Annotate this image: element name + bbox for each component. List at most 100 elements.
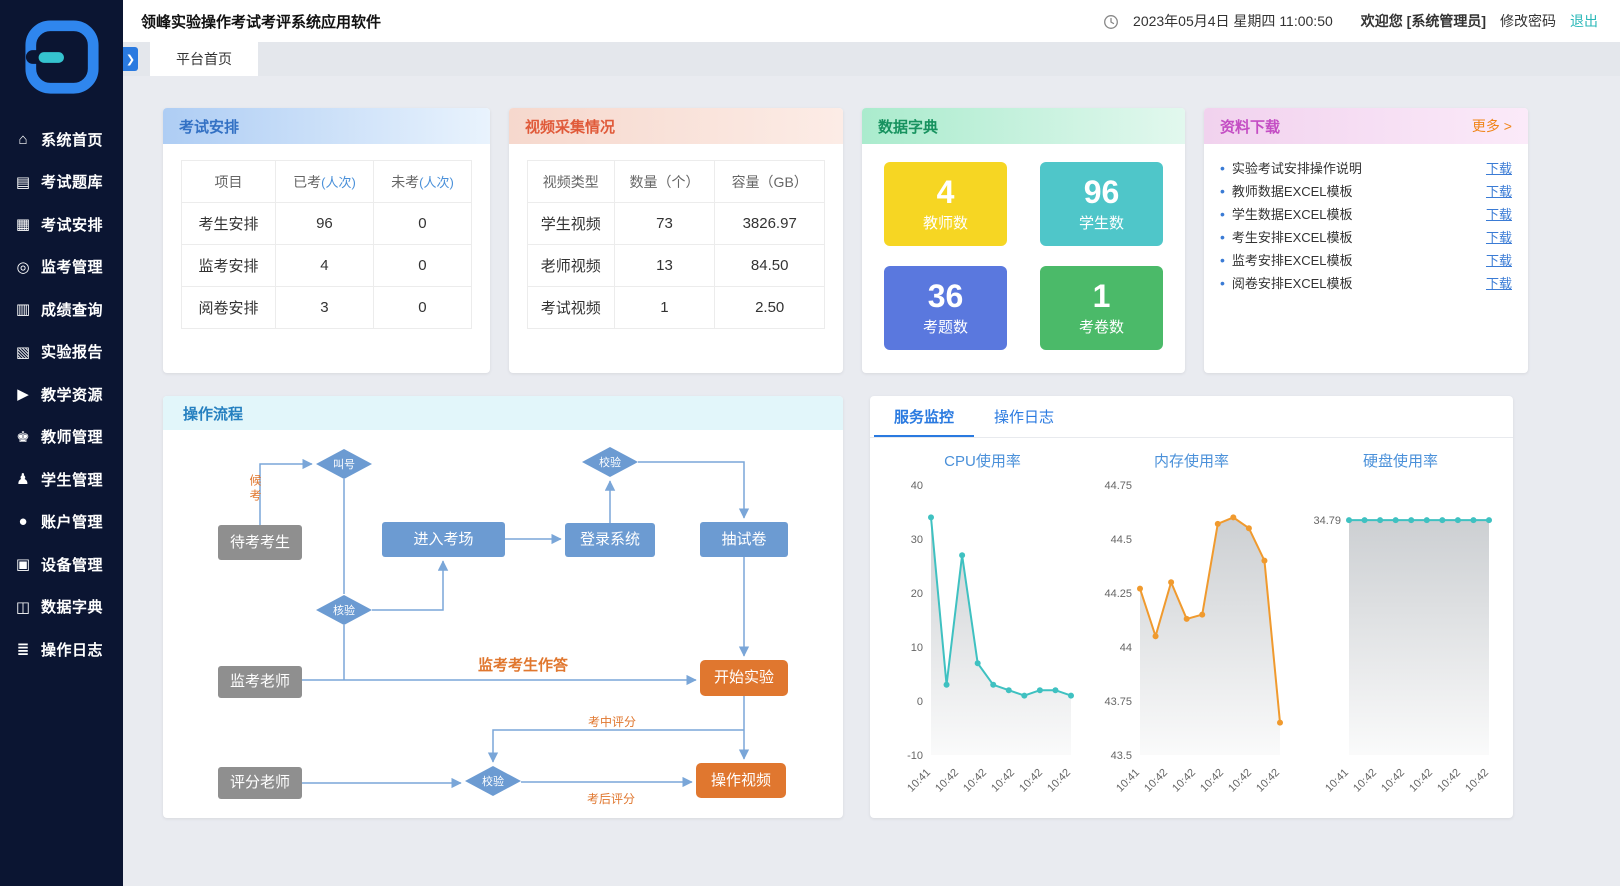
sidebar-item-exam-plan[interactable]: ▦ 考试安排 xyxy=(0,203,123,246)
svg-text:10:42: 10:42 xyxy=(1435,767,1463,795)
schedule-icon: ▦ xyxy=(14,215,32,233)
logout-link[interactable]: 退出 xyxy=(1570,11,1598,31)
download-link[interactable]: 下载 xyxy=(1486,273,1512,292)
table-cell[interactable]: 3 xyxy=(275,287,373,329)
table-row: 学生视频733826.97 xyxy=(528,203,825,245)
sidebar-item-scores[interactable]: ▥成绩查询 xyxy=(0,288,123,331)
tab-operation-log[interactable]: 操作日志 xyxy=(974,396,1074,437)
svg-text:10: 10 xyxy=(910,642,922,654)
stat-tile: 4教师数 xyxy=(884,162,1007,246)
flow-node-scorer: 评分老师 xyxy=(218,767,302,799)
sidebar-item-accounts[interactable]: ●账户管理 xyxy=(0,501,123,544)
datetime-text: 2023年05月4日 星期四 11:00:50 xyxy=(1133,11,1333,31)
chart-plot: 34.7910:4110:4210:4210:4210:4210:42 xyxy=(1301,471,1501,817)
download-link[interactable]: 下载 xyxy=(1486,204,1512,223)
dictionary-icon: ◫ xyxy=(14,598,32,616)
app-title: 领峰实验操作考试考评系统应用软件 xyxy=(141,11,381,32)
flowchart: 待考考生 叫号 候考 进入考场 登录系统 校验 抽试卷 核验 监考老师 监考考生… xyxy=(163,430,843,818)
sidebar-item-label: 监考管理 xyxy=(41,256,103,277)
chart-title: 内存使用率 xyxy=(1154,450,1229,471)
bullet-icon: • xyxy=(1220,183,1225,199)
sidebar-item-resources[interactable]: ▶教学资源 xyxy=(0,373,123,416)
table-cell[interactable]: 4 xyxy=(275,245,373,287)
download-item: •考生安排EXCEL模板下载 xyxy=(1220,225,1512,248)
stat-value: 36 xyxy=(928,279,964,314)
svg-text:10:42: 10:42 xyxy=(1142,767,1170,795)
stat-label: 学生数 xyxy=(1079,212,1124,233)
sidebar-item-dictionary[interactable]: ◫ 数据字典 xyxy=(0,586,123,629)
sidebar-item-label: 设备管理 xyxy=(41,554,103,575)
sidebar-item-label: 教学资源 xyxy=(41,384,103,405)
stat-value: 4 xyxy=(937,175,955,210)
welcome-text: 欢迎您 [系统管理员] xyxy=(1361,11,1486,31)
svg-text:10:42: 10:42 xyxy=(1463,767,1491,795)
sidebar-item-home[interactable]: ⌂ 系统首页 xyxy=(0,118,123,161)
change-password-link[interactable]: 修改密码 xyxy=(1500,11,1556,31)
download-link[interactable]: 下载 xyxy=(1486,250,1512,269)
flow-node-draw-paper: 抽试卷 xyxy=(700,522,788,557)
exam-schedule-card: 考试安排 项目已考(人次)未考(人次)考生安排960监考安排40阅卷安排30 xyxy=(163,108,490,373)
svg-text:10:42: 10:42 xyxy=(1198,767,1226,795)
svg-text:10:42: 10:42 xyxy=(989,767,1017,795)
dict-tiles: 4教师数96学生数36考题数1考卷数 xyxy=(862,144,1185,368)
sidebar-item-op-log[interactable]: ≣操作日志 xyxy=(0,628,123,671)
download-link[interactable]: 下载 xyxy=(1486,227,1512,246)
sidebar-item-teachers[interactable]: ♚教师管理 xyxy=(0,416,123,459)
tab-service-monitor[interactable]: 服务监控 xyxy=(874,396,974,437)
column-header: 已考(人次) xyxy=(275,161,373,203)
table-cell: 1 xyxy=(614,287,715,329)
svg-text:44.5: 44.5 xyxy=(1110,534,1131,546)
download-link[interactable]: 下载 xyxy=(1486,181,1512,200)
sidebar-item-label: 系统首页 xyxy=(41,129,103,150)
svg-text:10:42: 10:42 xyxy=(1407,767,1435,795)
column-header: 未考(人次) xyxy=(373,161,471,203)
report-icon: ▧ xyxy=(14,343,32,361)
download-item-name: 考生安排EXCEL模板 xyxy=(1232,227,1486,246)
table-cell: 0 xyxy=(373,245,471,287)
column-header: 视频类型 xyxy=(528,161,615,203)
sidebar-toggle-button[interactable]: ❯ xyxy=(123,47,138,71)
svg-text:43.75: 43.75 xyxy=(1104,696,1132,708)
sidebar-item-label: 数据字典 xyxy=(41,596,103,617)
download-item-name: 监考安排EXCEL模板 xyxy=(1232,250,1486,269)
table-row: 考试视频12.50 xyxy=(528,287,825,329)
chevron-right-icon: ❯ xyxy=(126,53,135,66)
sidebar-item-students[interactable]: ♟学生管理 xyxy=(0,458,123,501)
logo-icon xyxy=(23,18,101,96)
sidebar-item-devices[interactable]: ▣设备管理 xyxy=(0,543,123,586)
operation-flow-card: 操作流程 xyxy=(163,396,843,818)
svg-text:20: 20 xyxy=(910,588,922,600)
tab-platform-home[interactable]: 平台首页 xyxy=(150,42,258,76)
table-cell: 84.50 xyxy=(715,245,825,287)
app-logo xyxy=(0,0,123,106)
video-capture-card: 视频采集情况 视频类型数量（个）容量（GB）学生视频733826.97老师视频1… xyxy=(509,108,843,373)
download-link[interactable]: 下载 xyxy=(1486,158,1512,177)
table-cell: 0 xyxy=(373,287,471,329)
monitor-icon: ◎ xyxy=(14,258,32,276)
svg-text:10:42: 10:42 xyxy=(1254,767,1282,795)
service-monitor-card: 服务监控操作日志 CPU使用率403020100-1010:4110:4210:… xyxy=(870,396,1513,818)
video-table: 视频类型数量（个）容量（GB）学生视频733826.97老师视频1384.50考… xyxy=(527,160,825,329)
stat-tile: 36考题数 xyxy=(884,266,1007,350)
exam-table: 项目已考(人次)未考(人次)考生安排960监考安排40阅卷安排30 xyxy=(181,160,472,329)
chart-container: CPU使用率403020100-1010:4110:4210:4210:4210… xyxy=(883,442,1083,817)
download-item: •教师数据EXCEL模板下载 xyxy=(1220,179,1512,202)
home-icon: ⌂ xyxy=(14,131,32,148)
sidebar-item-label: 考试安排 xyxy=(41,214,103,235)
dict-card-title: 数据字典 xyxy=(878,116,938,137)
svg-text:10:42: 10:42 xyxy=(1351,767,1379,795)
account-icon: ● xyxy=(14,513,32,530)
more-link[interactable]: 更多 > xyxy=(1472,116,1512,136)
sidebar-item-exam-bank[interactable]: ▤考试题库 xyxy=(0,161,123,204)
download-item: •实验考试安排操作说明下载 xyxy=(1220,156,1512,179)
column-header: 项目 xyxy=(182,161,276,203)
table-cell: 0 xyxy=(373,203,471,245)
table-cell[interactable]: 96 xyxy=(275,203,373,245)
table-row: 考生安排960 xyxy=(182,203,472,245)
download-item: •阅卷安排EXCEL模板下载 xyxy=(1220,271,1512,294)
flow-label-mid-scoring: 考中评分 xyxy=(588,713,636,730)
sidebar-item-invigilate[interactable]: ◎ 监考管理 xyxy=(0,246,123,289)
stat-value: 1 xyxy=(1093,279,1111,314)
sidebar-item-lab-report[interactable]: ▧实验报告 xyxy=(0,331,123,374)
content-area: 考试安排 项目已考(人次)未考(人次)考生安排960监考安排40阅卷安排30 视… xyxy=(123,76,1620,818)
